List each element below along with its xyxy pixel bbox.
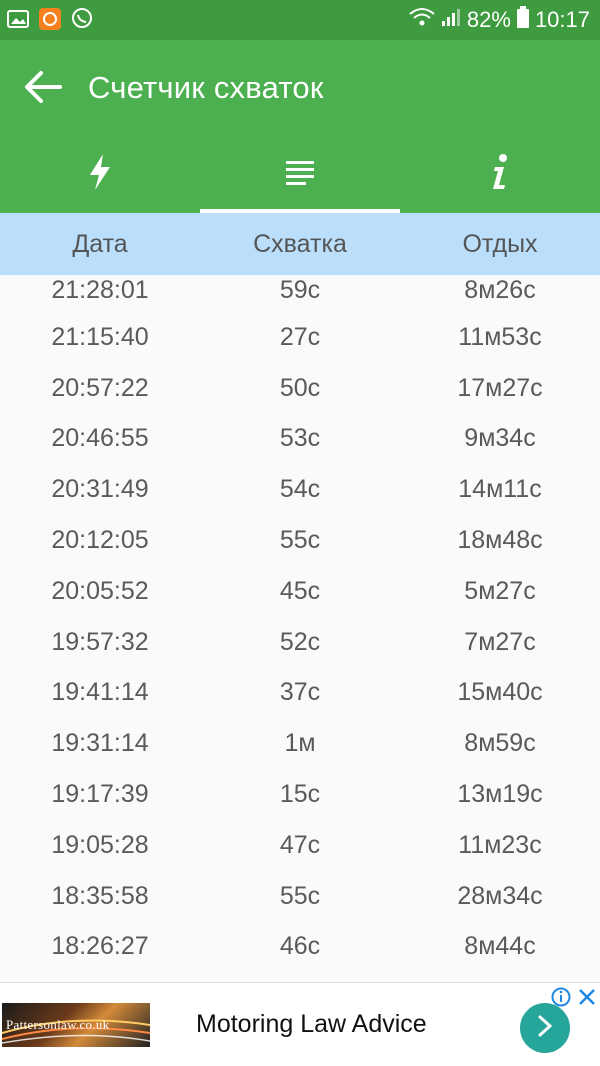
cell-contraction: 52с [279, 627, 321, 656]
cell-contraction: 55с [279, 526, 321, 555]
table-row: 19:05:28 47с 11м23с [0, 820, 600, 871]
cell-date: 18:26:27 [51, 932, 149, 961]
signal-icon [441, 7, 461, 33]
cell-contraction: 45с [279, 576, 321, 605]
cell-rest: 17м27с [457, 373, 543, 402]
table-row: 19:41:14 37с 15м40с [0, 668, 600, 719]
cell-date: 19:41:14 [51, 678, 149, 707]
cell-date: 20:05:52 [51, 576, 149, 605]
battery-icon [516, 6, 529, 34]
table-header: Дата Схватка Отдых [0, 213, 600, 275]
cell-contraction: 55с [279, 881, 321, 910]
cell-contraction: 50с [279, 373, 321, 402]
app-notification-icon [38, 7, 62, 31]
gallery-icon [6, 7, 30, 31]
info-icon [489, 153, 511, 196]
ad-thumb-text: Pattersonlaw.co.uk [6, 1017, 110, 1032]
ad-close-icon[interactable] [577, 987, 597, 1007]
page-title: Счетчик схваток [88, 70, 324, 105]
table-row: 20:31:49 54с 14м11с [0, 464, 600, 515]
cell-contraction: 59с [279, 276, 321, 304]
table-row: 18:35:58 55с 28м34с [0, 871, 600, 922]
cell-date: 18:35:58 [51, 881, 149, 910]
clock: 10:17 [534, 7, 590, 32]
cell-contraction: 47с [279, 830, 321, 859]
status-bar: 82% 10:17 [0, 0, 600, 40]
column-header-rest: Отдых [462, 229, 538, 258]
table-row: 20:12:05 55с 18м48с [0, 515, 600, 566]
chevron-right-icon [535, 1014, 555, 1043]
cell-rest: 14м11с [458, 475, 542, 504]
cell-rest: 8м59с [464, 729, 536, 758]
viber-icon [70, 7, 94, 31]
ad-title[interactable]: Motoring Law Advice [196, 1010, 427, 1039]
cell-date: 20:46:55 [51, 424, 149, 453]
system-status: 82% 10:17 [409, 6, 590, 34]
cell-rest: 8м44с [464, 932, 536, 961]
tab-bar [0, 135, 600, 213]
tab-counter[interactable] [0, 135, 200, 213]
ad-choices-icon[interactable] [551, 987, 571, 1007]
column-header-contraction: Схватка [253, 229, 347, 258]
list-icon [285, 159, 315, 190]
table-row: 20:57:22 50с 17м27с [0, 363, 600, 414]
cell-contraction: 53с [279, 424, 321, 453]
cell-rest: 7м27с [464, 627, 536, 656]
cell-contraction: 15с [279, 780, 321, 809]
cell-contraction: 54с [279, 475, 321, 504]
column-header-date: Дата [72, 229, 128, 258]
cell-contraction: 37с [279, 678, 321, 707]
cell-rest: 11м53с [458, 322, 542, 351]
cell-date: 21:28:01 [51, 276, 149, 304]
contraction-list[interactable]: 21:28:01 59с 8м26с 21:15:40 27с 11м53с 20:57… [0, 276, 600, 982]
cell-date: 20:31:49 [51, 475, 149, 504]
ad-open-button[interactable] [520, 1003, 570, 1053]
cell-rest: 28м34с [457, 881, 543, 910]
cell-contraction: 27с [279, 322, 321, 351]
table-row: 21:15:40 27с 11м53с [0, 312, 600, 363]
arrow-left-icon [22, 71, 64, 112]
cell-date: 21:15:40 [51, 322, 149, 351]
cell-date: 19:17:39 [51, 780, 149, 809]
battery-percent: 82% [466, 7, 511, 32]
app-bar: Счетчик схваток [0, 40, 600, 213]
ad-banner[interactable]: Pattersonlaw.co.uk Motoring Law Advice [0, 982, 600, 1066]
cell-date: 19:05:28 [51, 830, 149, 859]
cell-rest: 15м40с [457, 678, 543, 707]
lightning-icon [87, 153, 113, 196]
cell-date: 19:31:14 [51, 729, 149, 758]
cell-date: 20:57:22 [51, 373, 149, 402]
notification-icons [6, 7, 94, 31]
tab-info[interactable] [400, 135, 600, 213]
cell-rest: 5м27с [464, 576, 536, 605]
wifi-icon [409, 7, 435, 33]
ad-thumbnail[interactable]: Pattersonlaw.co.uk [2, 1003, 150, 1047]
cell-rest: 11м23с [458, 830, 542, 859]
table-row: 18:26:27 46с 8м44с [0, 922, 600, 973]
table-row: 19:31:14 1м 8м59с [0, 718, 600, 769]
table-row: 20:05:52 45с 5м27с [0, 566, 600, 617]
cell-contraction: 46с [279, 932, 321, 961]
table-row: 20:46:55 53с 9м34с [0, 414, 600, 465]
cell-rest: 8м26с [464, 276, 536, 304]
cell-rest: 18м48с [457, 526, 543, 555]
cell-date: 20:12:05 [51, 526, 149, 555]
back-button[interactable] [22, 66, 64, 108]
table-row: 21:28:01 59с 8м26с [0, 276, 600, 312]
tab-history[interactable] [200, 135, 400, 213]
cell-date: 19:57:32 [51, 627, 149, 656]
table-row: 19:57:32 52с 7м27с [0, 617, 600, 668]
cell-rest: 9м34с [464, 424, 536, 453]
cell-rest: 13м19с [457, 780, 543, 809]
table-row: 19:17:39 15с 13м19с [0, 769, 600, 820]
cell-contraction: 1м [284, 729, 316, 758]
